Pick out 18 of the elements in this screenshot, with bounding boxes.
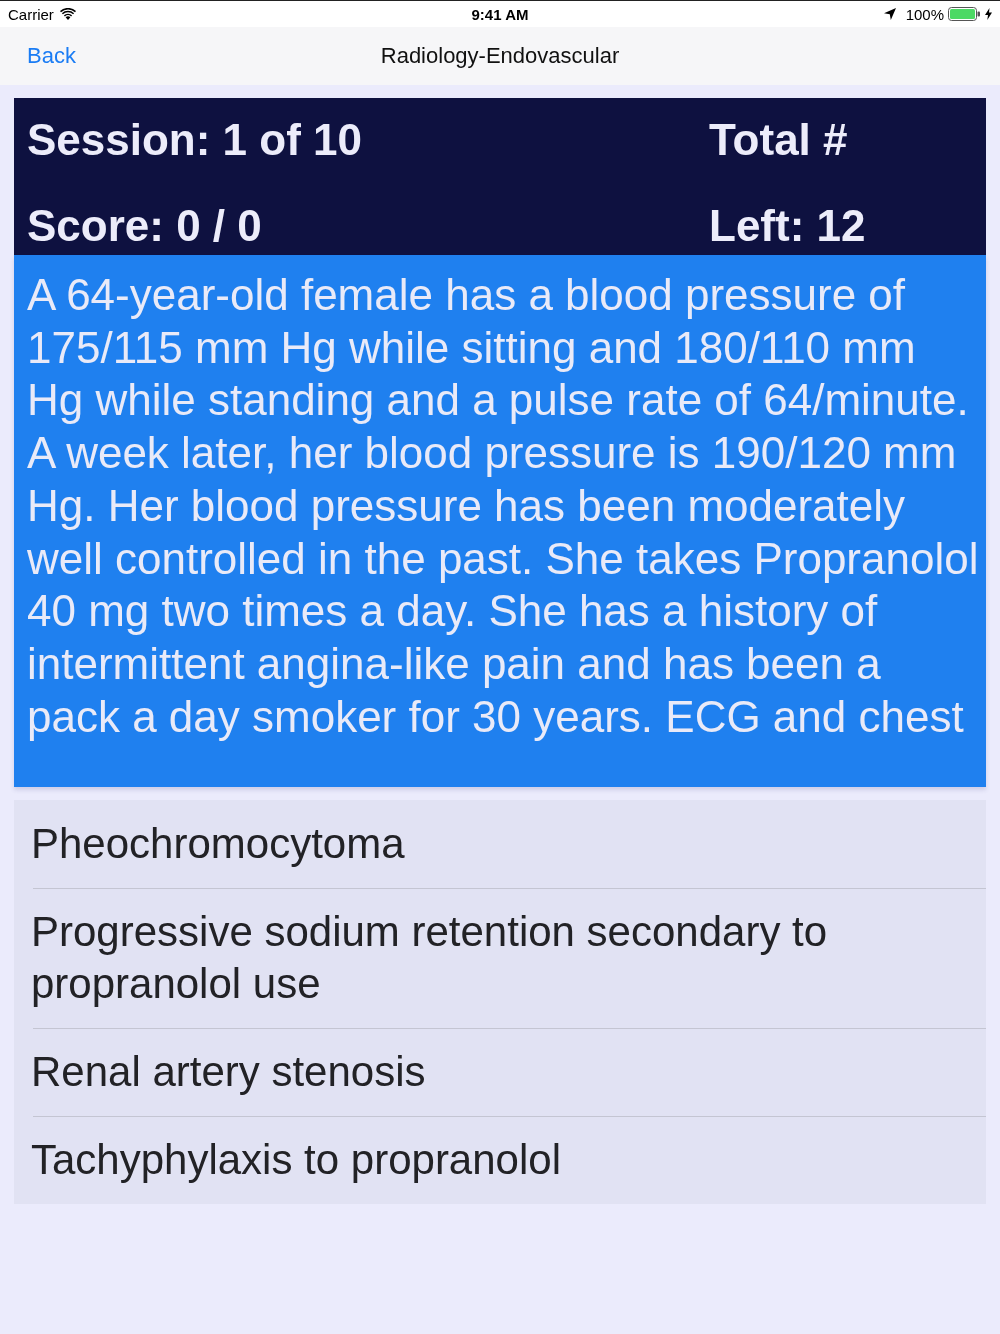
screen-title: Radiology-Endovascular bbox=[380, 43, 620, 69]
location-arrow-icon bbox=[883, 8, 896, 20]
wifi-icon bbox=[59, 8, 76, 20]
answer-option[interactable]: Tachyphylaxis to propranolol bbox=[31, 1134, 561, 1186]
answer-option[interactable]: Pheochromocytoma bbox=[31, 818, 405, 870]
session-label: Session: 1 of 10 bbox=[26, 116, 362, 164]
carrier-label: Carrier bbox=[8, 5, 54, 23]
score-label: Score: 0 / 0 bbox=[26, 202, 262, 250]
charging-bolt-icon bbox=[985, 8, 992, 20]
answer-option[interactable]: Renal artery stenosis bbox=[31, 1046, 426, 1098]
back-link[interactable]: Back bbox=[27, 43, 76, 69]
total-label: Total # bbox=[708, 116, 848, 164]
battery-percent: 100% bbox=[905, 5, 944, 23]
battery-icon bbox=[948, 7, 981, 21]
left-count-label: Left: 12 bbox=[708, 202, 866, 250]
answer-option[interactable]: Progressive sodium retention secondary to propranolol use bbox=[31, 906, 966, 1010]
clock-time: 9:41 AM bbox=[471, 5, 529, 23]
question-text: A 64-year-old female has a blood pressure of 175/115 mm Hg while sitting and 180/110 mm Hg while standing and a pulse rate of 64/minute. A week later, her blood pressure is 190/120 mm Hg. Her blood pressure has been moderately well controlled in the past. She takes Propranolol 40 mg two times a day. She has a history of intermittent angina-like pain and has been a pack a day smoker for 30 years. ECG and chest bbox=[27, 269, 980, 743]
